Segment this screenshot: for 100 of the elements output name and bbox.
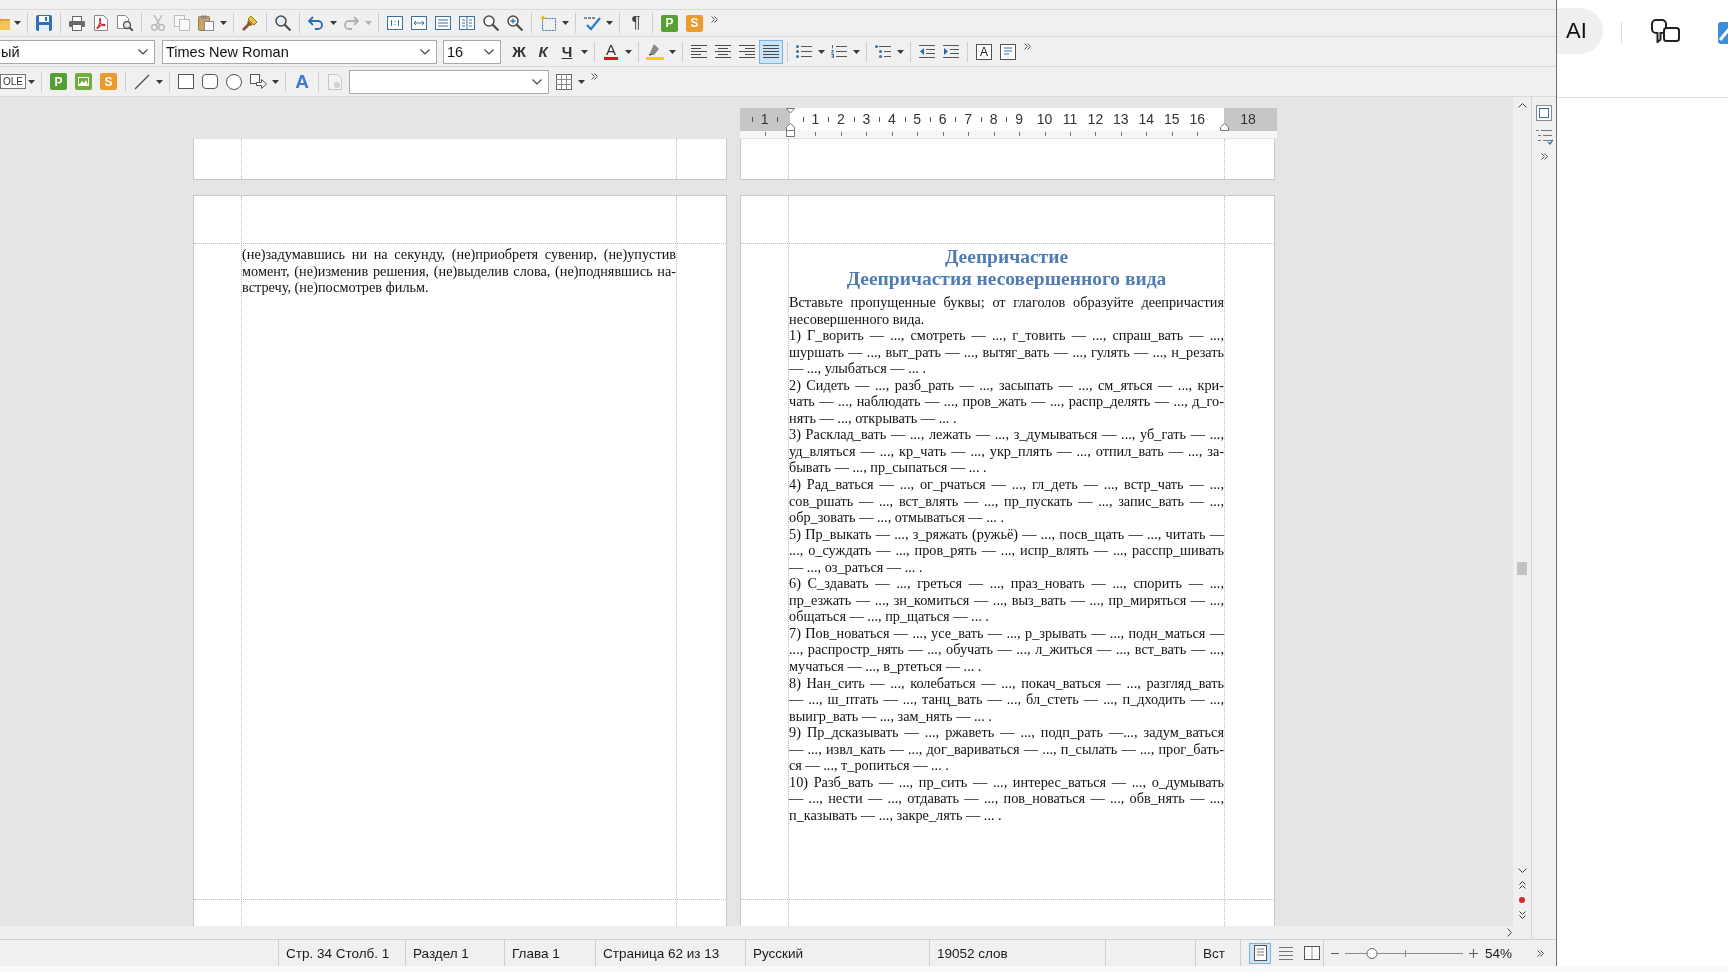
pdf-icon[interactable] bbox=[94, 15, 108, 31]
caret-down-icon[interactable] bbox=[853, 49, 860, 54]
zoom-icon[interactable] bbox=[507, 15, 523, 31]
print-preview-icon[interactable] bbox=[117, 15, 133, 31]
scrollbar-thumb[interactable] bbox=[1517, 562, 1527, 575]
ruler-number: 13 bbox=[1113, 111, 1129, 128]
zoom-percent-label[interactable]: 54% bbox=[1485, 945, 1513, 961]
caret-down-icon[interactable] bbox=[625, 49, 632, 54]
exercise-paragraph: 8) Нан_сить — ..., колебаться — ..., покач_ваться — ..., разгляд_вать — ..., ш_птать — ..., танц_вать — ..., бл_стеть — ..., п_дходить — ..., выигр_вать — ..., зам_нять — ... . bbox=[789, 674, 1224, 725]
font-name-combobox[interactable]: Times New Roman bbox=[162, 39, 437, 64]
justify-icon[interactable] bbox=[763, 45, 779, 58]
caret-down-icon[interactable] bbox=[897, 49, 904, 54]
list-icon[interactable] bbox=[1535, 129, 1553, 145]
bulleted-list-icon[interactable] bbox=[796, 45, 812, 58]
bold-button[interactable]: Ж bbox=[507, 39, 531, 64]
zoom-slider-thumb[interactable] bbox=[1366, 947, 1378, 959]
ruler-number: 6 bbox=[938, 111, 947, 128]
outline-list-icon[interactable] bbox=[875, 45, 891, 58]
chevron-down-icon[interactable] bbox=[138, 48, 148, 55]
magnifier-icon[interactable] bbox=[483, 15, 499, 31]
rectangle-icon[interactable] bbox=[178, 74, 194, 89]
exercise-paragraph: 2) Сидеть — ..., разб_рать — ..., засыпать — ..., см_яться — ..., кри- чать — ..., наблюдать — ..., пров_жать — ..., распр_делять — ..., д_го- нять — ..., открывать — ... . bbox=[789, 376, 1224, 427]
highlighter-icon[interactable] bbox=[646, 43, 664, 60]
circle-icon[interactable] bbox=[226, 73, 242, 90]
table-grid-icon[interactable] bbox=[556, 73, 572, 90]
caret-down-icon[interactable] bbox=[156, 79, 163, 84]
ai-button[interactable]: AI bbox=[1557, 8, 1603, 54]
rounded-rectangle-icon[interactable] bbox=[202, 74, 218, 89]
double-caret-down-icon[interactable] bbox=[1518, 911, 1526, 919]
double-chevron-icon[interactable] bbox=[1540, 153, 1548, 160]
boxed-lines-icon[interactable] bbox=[435, 16, 451, 30]
dropdown-field[interactable] bbox=[349, 69, 549, 94]
font-size-combobox[interactable]: 16 bbox=[443, 39, 501, 64]
caret-down-icon[interactable] bbox=[669, 49, 676, 54]
minus-icon[interactable] bbox=[1331, 952, 1339, 954]
caret-down-icon[interactable] bbox=[606, 21, 613, 25]
double-chevron-icon[interactable] bbox=[1537, 949, 1544, 957]
page-count-label[interactable]: Страница 62 из 13 bbox=[603, 945, 720, 961]
paragraph-style-combobox[interactable]: ый bbox=[0, 39, 155, 64]
decrease-indent-icon[interactable] bbox=[919, 45, 935, 58]
caret-up-icon[interactable] bbox=[1517, 103, 1527, 108]
double-chevron-icon[interactable] bbox=[591, 73, 598, 80]
boxed-columns-icon[interactable] bbox=[459, 16, 475, 30]
formatting-marks-button[interactable]: ¶ bbox=[624, 11, 648, 35]
clipboard-icon[interactable] bbox=[198, 15, 214, 31]
boxed-ratio-icon[interactable] bbox=[387, 16, 403, 30]
app-tile-icon[interactable] bbox=[1718, 22, 1728, 44]
align-left-icon[interactable] bbox=[691, 45, 707, 58]
justify-button[interactable] bbox=[759, 39, 783, 64]
picture-tile-icon[interactable] bbox=[75, 73, 92, 90]
underline-button[interactable]: Ч bbox=[555, 39, 579, 64]
word-count-label[interactable]: 19052 слов bbox=[937, 945, 1008, 961]
caret-down-icon[interactable] bbox=[1517, 868, 1527, 873]
paintbrush-icon[interactable] bbox=[242, 15, 258, 31]
exercise-paragraph: 1) Г_ворить — ..., смотреть — ..., г_товить — ..., спраш_вать — ..., шуршать — ..., выт_рать — ..., вытяг_вать — ..., гулять — ..., н_резать — ..., улыбаться — ... . bbox=[789, 327, 1224, 377]
boxed-paragraph-icon[interactable] bbox=[1000, 43, 1016, 60]
chevron-down-icon[interactable] bbox=[420, 48, 430, 55]
indent-marker-icon[interactable] bbox=[1219, 123, 1229, 131]
section-label: Раздел 1 bbox=[413, 945, 469, 961]
caret-down-icon[interactable] bbox=[578, 79, 585, 84]
chat-icon[interactable] bbox=[1651, 19, 1680, 43]
caret-down-icon[interactable] bbox=[330, 21, 337, 25]
caret-down-icon[interactable] bbox=[581, 49, 588, 54]
ruler-number: 2 bbox=[837, 111, 845, 128]
navigation-dot-icon[interactable] bbox=[1519, 897, 1525, 903]
dashed-frame-icon[interactable] bbox=[540, 15, 556, 31]
language-label[interactable]: Русский bbox=[753, 945, 804, 961]
align-right-icon[interactable] bbox=[739, 45, 755, 58]
caret-down-icon[interactable] bbox=[562, 21, 569, 25]
caret-down-icon[interactable] bbox=[28, 79, 35, 84]
insert-mode-label[interactable]: Вст bbox=[1203, 945, 1225, 961]
caret-down-icon[interactable] bbox=[818, 49, 825, 54]
tick-icon[interactable] bbox=[583, 15, 601, 31]
indent-marker-icon[interactable] bbox=[785, 108, 795, 137]
align-center-icon[interactable] bbox=[715, 45, 731, 58]
search-icon[interactable] bbox=[275, 15, 291, 31]
chevron-down-icon[interactable] bbox=[532, 78, 542, 85]
chevron-down-icon[interactable] bbox=[484, 48, 494, 55]
increase-indent-icon[interactable] bbox=[943, 45, 959, 58]
caret-down-icon[interactable] bbox=[272, 79, 279, 84]
insert-object-button[interactable]: OLE bbox=[0, 74, 26, 89]
font-color-button[interactable]: A bbox=[599, 39, 623, 64]
double-chevron-icon[interactable] bbox=[711, 16, 718, 23]
save-icon[interactable] bbox=[36, 15, 52, 31]
framed-square-icon[interactable] bbox=[1536, 105, 1552, 121]
printer-icon[interactable] bbox=[69, 15, 85, 31]
line-icon[interactable] bbox=[134, 73, 150, 90]
shapes-icon[interactable] bbox=[249, 73, 267, 90]
boxed-arrows-icon[interactable] bbox=[411, 16, 427, 30]
caret-right-icon[interactable] bbox=[1507, 928, 1512, 937]
plus-icon[interactable] bbox=[1469, 948, 1478, 958]
double-chevron-icon[interactable] bbox=[1024, 43, 1031, 50]
text-box-button[interactable]: A bbox=[976, 43, 992, 60]
caret-down-icon[interactable] bbox=[14, 21, 21, 25]
italic-button[interactable]: К bbox=[531, 39, 555, 64]
fontwork-button[interactable]: A bbox=[290, 69, 314, 94]
numbered-list-icon[interactable] bbox=[831, 45, 847, 58]
undo-icon[interactable] bbox=[308, 16, 324, 30]
caret-down-icon[interactable] bbox=[220, 21, 227, 25]
double-caret-up-icon[interactable] bbox=[1518, 881, 1526, 889]
